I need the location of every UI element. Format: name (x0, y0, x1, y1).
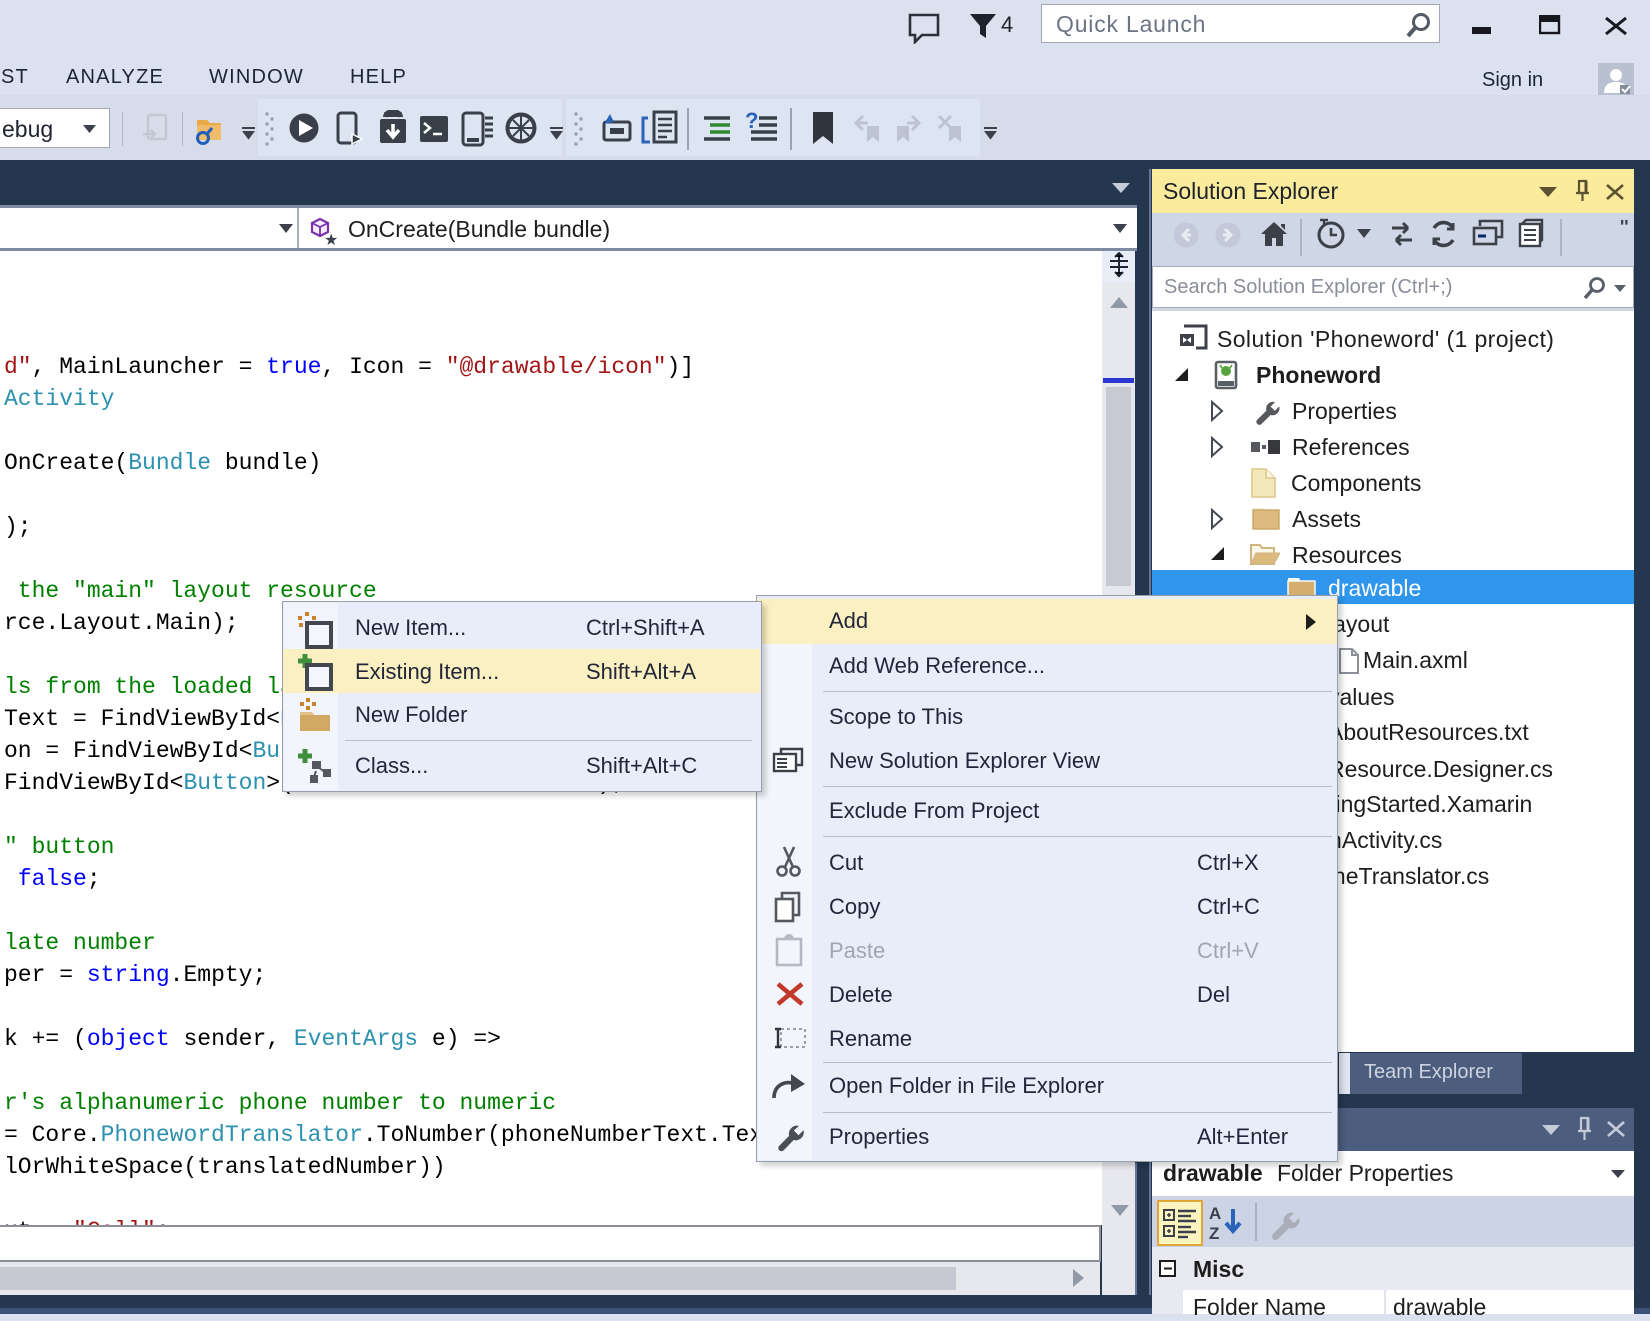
svg-text:?: ? (745, 112, 758, 133)
svg-text:★: ★ (324, 232, 338, 245)
svg-text:Z: Z (1209, 1224, 1219, 1243)
svg-text:A: A (1209, 1204, 1221, 1223)
